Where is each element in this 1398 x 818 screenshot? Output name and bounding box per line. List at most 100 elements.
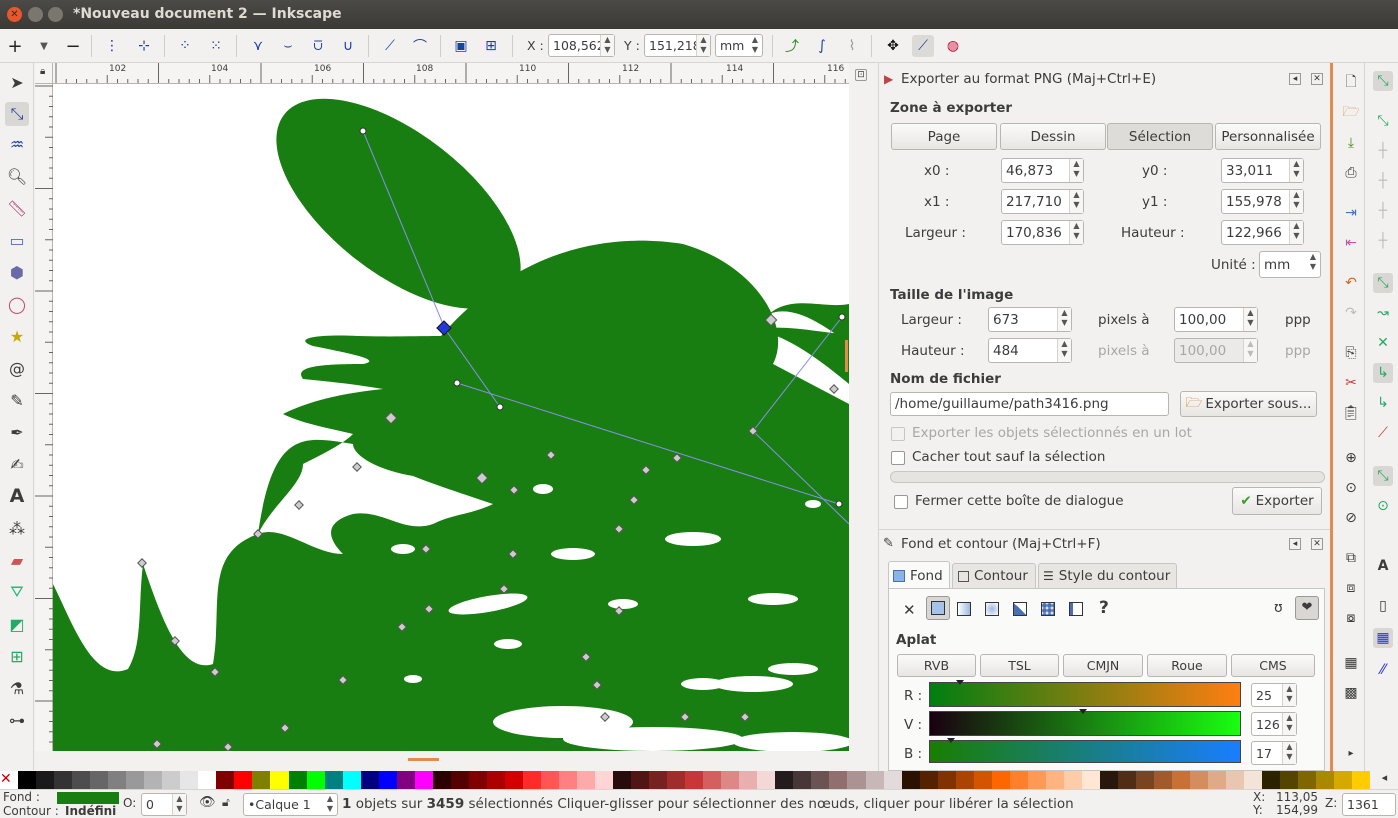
- text-tool-icon[interactable]: A: [5, 484, 29, 508]
- palette-swatch[interactable]: [450, 771, 469, 789]
- layer-lock-icon[interactable]: 🔓︎: [222, 795, 230, 810]
- palette-swatch[interactable]: [1244, 771, 1263, 789]
- group-icon[interactable]: ▦: [1341, 653, 1361, 673]
- palette-swatch[interactable]: [667, 771, 686, 789]
- paste-icon[interactable]: 📋︎: [1341, 403, 1361, 423]
- mode-hsl-button[interactable]: TSL: [980, 654, 1059, 677]
- horizontal-ruler[interactable]: 102 104 106 108 110 112 114 116: [53, 63, 849, 84]
- close-window-button[interactable]: ✕: [7, 7, 22, 22]
- palette-swatch[interactable]: [1172, 771, 1191, 789]
- palette-swatch[interactable]: [937, 771, 956, 789]
- r-spin[interactable]: ▲ ▼: [1282, 684, 1296, 706]
- hscroll-indicator[interactable]: [408, 758, 439, 761]
- make-curve-icon[interactable]: ⌒: [409, 35, 431, 57]
- snap-smooth-icon[interactable]: ↳: [1373, 393, 1393, 413]
- auto-smooth-node-icon[interactable]: ∪: [337, 35, 359, 57]
- pen-tool-icon[interactable]: ✒: [5, 420, 29, 444]
- palette-swatch[interactable]: [522, 771, 541, 789]
- tab-stroke[interactable]: Contour: [952, 563, 1036, 589]
- palette-swatch[interactable]: [1081, 771, 1100, 789]
- snap-text-baseline-icon[interactable]: A: [1373, 556, 1393, 576]
- snap-cusp-icon[interactable]: ↳: [1373, 363, 1393, 383]
- mode-cmyk-button[interactable]: CMJN: [1063, 654, 1143, 677]
- palette-swatch[interactable]: [739, 771, 758, 789]
- palette-swatch[interactable]: [162, 771, 181, 789]
- batch-export-checkbox[interactable]: [891, 427, 905, 441]
- palette-swatch[interactable]: [288, 771, 307, 789]
- copy-icon[interactable]: ⎘: [1341, 343, 1361, 363]
- stroke-indicator-value[interactable]: Indéfini: [65, 804, 116, 818]
- x-coordinate-field[interactable]: 108,562 ▲ ▼: [548, 34, 615, 57]
- rectangle-tool-icon[interactable]: ▭: [5, 228, 29, 252]
- y-coordinate-field[interactable]: 151,218 ▲ ▼: [644, 34, 711, 57]
- save-document-icon[interactable]: ⤓: [1341, 133, 1361, 153]
- palette-swatch[interactable]: [18, 771, 37, 789]
- mode-wheel-button[interactable]: Roue: [1147, 654, 1227, 677]
- panel-collapse-icon[interactable]: ◂: [1289, 72, 1301, 85]
- 3d-box-tool-icon[interactable]: ⬢: [5, 260, 29, 284]
- zoom-field[interactable]: 1361: [1342, 793, 1396, 816]
- scroll-indicator[interactable]: [845, 340, 848, 372]
- export-as-button[interactable]: 🗁︎ Exporter sous...: [1180, 391, 1317, 417]
- export-selection-button[interactable]: Sélection: [1107, 123, 1213, 150]
- zoom-selection-icon[interactable]: ⊕: [1341, 448, 1361, 468]
- palette-swatch[interactable]: [72, 771, 91, 789]
- maximize-window-button[interactable]: [48, 7, 63, 22]
- palette-swatch[interactable]: [811, 771, 830, 789]
- export-custom-button[interactable]: Personnalisée: [1215, 123, 1321, 150]
- image-height-field[interactable]: 484 ▲ ▼: [988, 338, 1072, 363]
- insert-node-dropdown-icon[interactable]: ▼: [33, 35, 55, 57]
- palette-swatch[interactable]: [342, 771, 361, 789]
- zoom-drawing-icon[interactable]: ⊙: [1341, 478, 1361, 498]
- tweak-tool-icon[interactable]: ♒: [5, 132, 29, 156]
- snap-path-intersection-icon[interactable]: ✕: [1373, 333, 1393, 353]
- palette-swatch[interactable]: [1226, 771, 1245, 789]
- panel-collapse-icon[interactable]: ◂: [1289, 537, 1301, 550]
- more-commands-icon[interactable]: ▸: [1341, 743, 1361, 763]
- show-transform-handles-icon[interactable]: ⤴: [781, 35, 803, 57]
- x0-field[interactable]: 46,873 ▲ ▼: [1001, 158, 1084, 183]
- ruler-corner-lock-icon[interactable]: 🔒︎: [35, 63, 53, 84]
- palette-swatch[interactable]: [775, 771, 794, 789]
- snap-center-icon[interactable]: ⊙: [1373, 496, 1393, 516]
- mode-rgb-button[interactable]: RVB: [897, 654, 976, 677]
- vertical-scrollbar[interactable]: ⊡: [845, 63, 877, 771]
- ellipse-tool-icon[interactable]: ◯: [5, 292, 29, 316]
- mode-cms-button[interactable]: CMS: [1231, 654, 1315, 677]
- fill-rule-nonzero-icon[interactable]: ❤: [1295, 596, 1319, 620]
- join-nodes-icon[interactable]: ⋮: [101, 35, 123, 57]
- palette-swatch[interactable]: [252, 771, 271, 789]
- toggle-visibility-icon[interactable]: 👁︎: [199, 795, 216, 810]
- paint-bucket-tool-icon[interactable]: ⛛: [5, 580, 29, 604]
- r-slider[interactable]: [929, 682, 1241, 707]
- palette-swatch[interactable]: [1009, 771, 1028, 789]
- node-tool-icon[interactable]: ⤡: [5, 102, 29, 126]
- b-spin[interactable]: ▲ ▼: [1282, 742, 1296, 764]
- redo-icon[interactable]: ↷: [1341, 303, 1361, 323]
- edit-clip-icon[interactable]: ⟋: [912, 35, 934, 57]
- snap-bbox-mid-icon[interactable]: ┼: [1373, 201, 1393, 221]
- print-icon[interactable]: ⎙: [1341, 163, 1361, 183]
- palette-swatch[interactable]: [901, 771, 920, 789]
- calligraphy-tool-icon[interactable]: ✍: [5, 452, 29, 476]
- x-spin-arrows[interactable]: ▲ ▼: [600, 35, 614, 56]
- palette-swatch[interactable]: [1063, 771, 1082, 789]
- make-line-icon[interactable]: ⟋: [379, 35, 401, 57]
- palette-swatch[interactable]: [631, 771, 650, 789]
- palette-swatch[interactable]: [306, 771, 325, 789]
- horizontal-scrollbar[interactable]: [53, 751, 849, 771]
- show-bezier-handles-icon[interactable]: ∫: [811, 35, 833, 57]
- palette-swatch[interactable]: [1099, 771, 1118, 789]
- r-slider-marker[interactable]: [956, 680, 965, 685]
- palette-swatch[interactable]: [396, 771, 415, 789]
- fill-indicator-swatch[interactable]: [57, 792, 119, 804]
- minimize-window-button[interactable]: [28, 7, 43, 22]
- palette-swatch[interactable]: [577, 771, 596, 789]
- radial-gradient-icon[interactable]: [985, 602, 999, 616]
- palette-swatch[interactable]: [973, 771, 992, 789]
- palette-swatch[interactable]: [685, 771, 704, 789]
- snap-nodes-icon[interactable]: ⤡: [1373, 273, 1393, 293]
- export-drawing-button[interactable]: Dessin: [1000, 123, 1106, 150]
- dpi-field[interactable]: 100,00 ▲ ▼: [1174, 307, 1258, 332]
- connector-tool-icon[interactable]: ⊶: [5, 708, 29, 732]
